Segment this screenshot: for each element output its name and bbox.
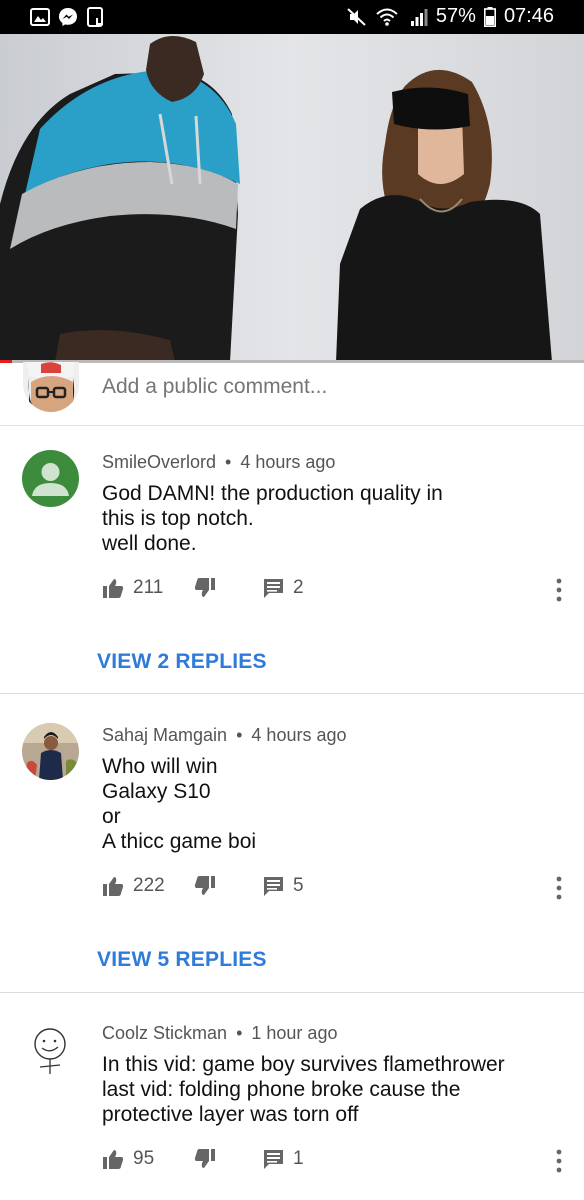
comment-author[interactable]: Coolz Stickman (102, 1023, 227, 1043)
comment-line: Who will win (102, 755, 218, 778)
add-comment-input[interactable] (102, 375, 542, 399)
thumbs-up-icon (103, 579, 124, 598)
comment-icon (264, 876, 283, 896)
comment-divider (0, 693, 584, 694)
comment-line: Galaxy S10 (102, 780, 211, 803)
reply-count: 1 (293, 1148, 304, 1169)
comment-actions: 95 1 (102, 1148, 572, 1178)
reply-count: 5 (293, 875, 304, 896)
more-options-icon[interactable] (554, 577, 564, 603)
reply-button[interactable]: 2 (263, 577, 304, 599)
thumbs-down-icon (194, 578, 215, 597)
messenger-icon (59, 8, 77, 26)
comment-text: In this vid: game boy survives flamethro… (102, 1052, 552, 1127)
meta-separator: • (225, 452, 232, 472)
comment-actions: 211 2 (102, 577, 572, 607)
comment-line: or (102, 805, 121, 828)
like-count: 222 (133, 875, 165, 896)
like-count: 211 (133, 577, 164, 598)
comment-time: 4 hours ago (240, 452, 336, 472)
user-photo (22, 723, 79, 780)
thumbs-up-icon (103, 1150, 124, 1169)
meta-separator: • (236, 1023, 243, 1043)
my-avatar (23, 362, 79, 412)
clock: 07:46 (503, 5, 554, 27)
comment-line: well done. (102, 532, 197, 555)
comment-meta: Coolz Stickman • 1 hour ago (102, 1023, 337, 1044)
comment-line: God DAMN! the production quality in (102, 482, 443, 505)
mute-icon (347, 7, 366, 26)
like-button[interactable]: 95 (102, 1148, 154, 1170)
battery-percent: 57% (435, 5, 476, 27)
view-replies-link[interactable]: VIEW 5 REPLIES (97, 948, 267, 972)
dislike-button[interactable] (194, 875, 216, 897)
comment-time: 4 hours ago (251, 725, 347, 745)
thumbs-down-icon (194, 1149, 215, 1168)
thumbs-down-icon (194, 876, 215, 895)
video-player[interactable] (0, 34, 584, 362)
stickman-avatar (22, 1022, 79, 1079)
like-button[interactable]: 222 (102, 875, 165, 897)
comment-time: 1 hour ago (251, 1023, 338, 1043)
comment-line: this is top notch. (102, 507, 254, 530)
comment-line: A thicc game boi (102, 830, 257, 853)
screenshot-icon (87, 7, 103, 27)
gallery-icon (30, 8, 50, 26)
reply-count: 2 (293, 577, 304, 598)
comment-text: Who will win Galaxy S10 or A thicc game … (102, 754, 552, 854)
view-replies-link[interactable]: VIEW 2 REPLIES (97, 650, 267, 674)
comment-meta: SmileOverlord • 4 hours ago (102, 452, 335, 473)
more-options-icon[interactable] (554, 1148, 564, 1174)
status-bar: 57% 07:46 (0, 0, 584, 34)
comment-avatar[interactable] (22, 723, 79, 780)
comment-icon (264, 1149, 283, 1169)
signal-icon (410, 8, 428, 26)
comment-avatar[interactable] (22, 1022, 79, 1079)
reply-button[interactable]: 1 (263, 1148, 304, 1170)
comment-text: God DAMN! the production quality in this… (102, 481, 552, 556)
battery-icon (483, 6, 496, 27)
like-count: 95 (133, 1148, 155, 1169)
comment-line: protective layer was torn off (102, 1103, 359, 1126)
comment-actions: 222 5 (102, 875, 572, 905)
dislike-button[interactable] (194, 1148, 216, 1170)
comment-avatar[interactable] (22, 450, 79, 507)
wifi-icon (376, 8, 398, 26)
video-frame (0, 34, 584, 362)
comment-line: In this vid: game boy survives flamethro… (102, 1053, 505, 1076)
dislike-button[interactable] (194, 577, 216, 599)
more-options-icon[interactable] (554, 875, 564, 901)
comment-divider (0, 992, 584, 993)
reply-button[interactable]: 5 (263, 875, 304, 897)
comment-author[interactable]: Sahaj Mamgain (102, 725, 227, 745)
like-button[interactable]: 211 (102, 577, 163, 599)
add-comment-row (0, 362, 584, 426)
default-user-icon (22, 450, 79, 507)
thumbs-up-icon (103, 877, 124, 896)
comment-meta: Sahaj Mamgain • 4 hours ago (102, 725, 347, 746)
comment-author[interactable]: SmileOverlord (102, 452, 216, 472)
comment-line: last vid: folding phone broke cause the (102, 1078, 461, 1101)
meta-separator: • (236, 725, 243, 745)
comment-icon (264, 578, 283, 598)
